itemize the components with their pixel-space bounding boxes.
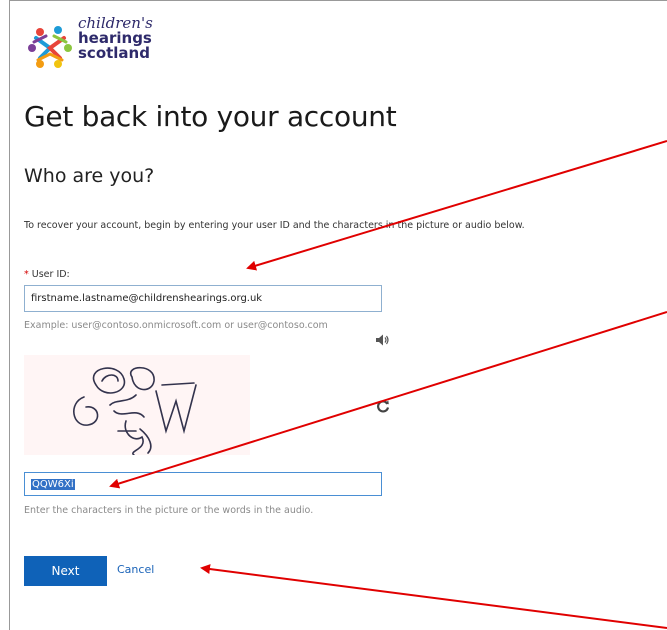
user-id-input[interactable]: firstname.lastname@childrenshearings.org… (24, 285, 382, 312)
page-title: Get back into your account (24, 100, 397, 133)
cancel-link[interactable]: Cancel (117, 563, 154, 576)
speaker-icon[interactable] (375, 333, 389, 347)
user-id-label-text: User ID: (28, 269, 70, 280)
refresh-icon[interactable] (376, 399, 390, 413)
captcha-hint: Enter the characters in the picture or t… (24, 505, 314, 516)
captcha-glyphs (73, 367, 197, 456)
user-id-example: Example: user@contoso.onmicrosoft.com or… (24, 320, 328, 331)
page-subtitle: Who are you? (24, 165, 155, 187)
captcha-image (24, 355, 250, 456)
page-frame (9, 0, 667, 630)
intro-text: To recover your account, begin by enteri… (24, 220, 525, 231)
logo-line-3: scotland (78, 44, 150, 62)
logo-text: children's hearings scotland (78, 16, 153, 61)
user-id-label: * User ID: (24, 269, 70, 280)
captcha-input[interactable]: QQW6Xi (24, 472, 382, 496)
user-id-value: firstname.lastname@childrenshearings.org… (31, 293, 263, 304)
captcha-value: QQW6Xi (31, 478, 75, 490)
next-button[interactable]: Next (24, 556, 107, 586)
logo-mark-icon (28, 26, 72, 68)
